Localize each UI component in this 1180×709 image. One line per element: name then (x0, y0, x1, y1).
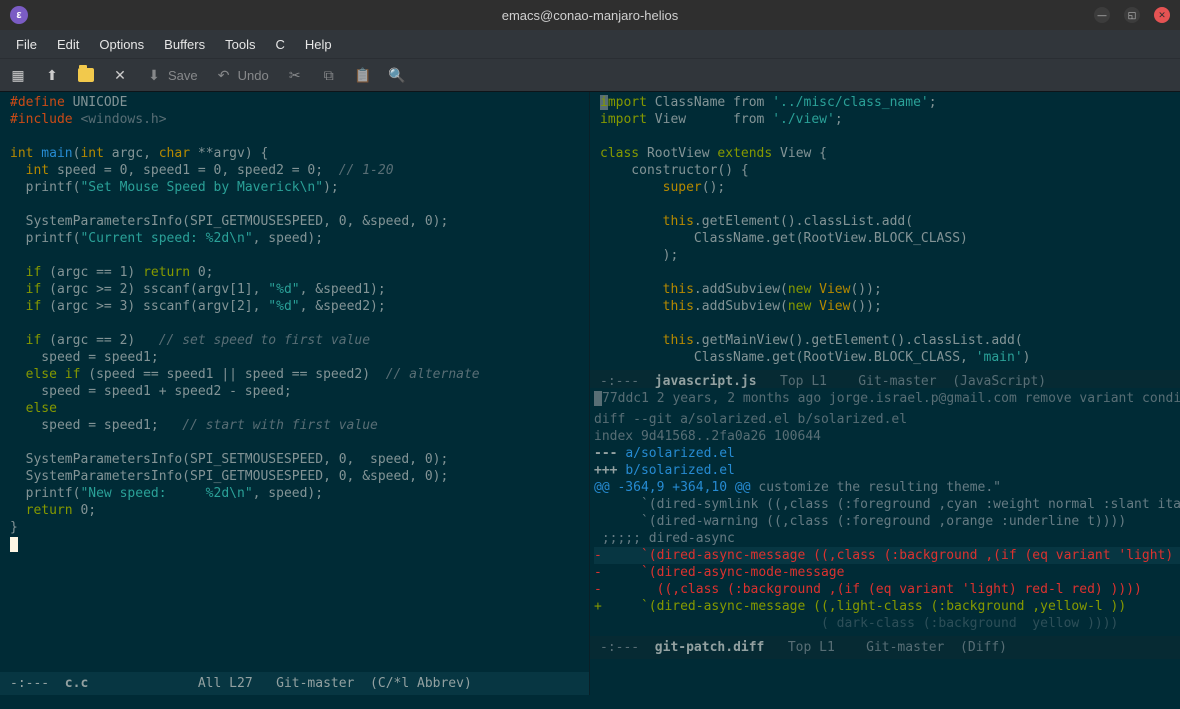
maximize-button[interactable] (1124, 7, 1140, 23)
cut-icon: ✂ (287, 67, 303, 83)
minimize-button[interactable] (1094, 7, 1110, 23)
menu-bar: File Edit Options Buffers Tools C Help (0, 30, 1180, 58)
open-file-button[interactable]: ⬆ (44, 67, 60, 83)
window-title: emacs@conao-manjaro-helios (502, 8, 679, 23)
point-cursor (10, 537, 18, 552)
tool-bar: ▦ ⬆ ✕ ⬇ Save ↶ Undo ✂ ⧉ 📋 🔍 (0, 58, 1180, 92)
copy-icon: ⧉ (321, 67, 337, 83)
upload-icon: ⬆ (44, 67, 60, 83)
window-controls (1094, 7, 1170, 23)
c-buffer-code[interactable]: #define UNICODE #include <windows.h> int… (0, 92, 589, 672)
kill-buffer-button[interactable]: ✕ (112, 67, 128, 83)
paste-button[interactable]: 📋 (355, 67, 371, 83)
minibuffer[interactable] (0, 695, 1180, 709)
editor-area: #define UNICODE #include <windows.h> int… (0, 92, 1180, 695)
search-icon: 🔍 (389, 67, 405, 83)
cut-button[interactable]: ✂ (287, 67, 303, 83)
window-titlebar: ε emacs@conao-manjaro-helios (0, 0, 1180, 30)
copy-button[interactable]: ⧉ (321, 67, 337, 83)
menu-edit[interactable]: Edit (49, 33, 87, 56)
save-label: Save (168, 68, 198, 83)
git-commit-line: 77ddc1 2 years, 2 months ago jorge.israe… (590, 388, 1180, 409)
diff-buffer-code[interactable]: diff --git a/solarized.el b/solarized.el… (590, 409, 1180, 636)
emacs-app-icon: ε (10, 6, 28, 24)
search-button[interactable]: 🔍 (389, 67, 405, 83)
menu-help[interactable]: Help (297, 33, 340, 56)
open-folder-button[interactable] (78, 67, 94, 83)
menu-c[interactable]: C (267, 33, 292, 56)
undo-icon: ↶ (216, 67, 232, 83)
c-buffer-pane[interactable]: #define UNICODE #include <windows.h> int… (0, 92, 590, 695)
menu-buffers[interactable]: Buffers (156, 33, 213, 56)
close-icon: ✕ (112, 67, 128, 83)
js-buffer-code[interactable]: import ClassName from '../misc/class_nam… (590, 92, 1180, 370)
undo-label: Undo (238, 68, 269, 83)
close-button[interactable] (1154, 7, 1170, 23)
new-file-button[interactable]: ▦ (10, 67, 26, 83)
save-button[interactable]: ⬇ Save (146, 67, 198, 83)
js-buffer-pane[interactable]: import ClassName from '../misc/class_nam… (590, 92, 1180, 388)
paste-icon: 📋 (355, 67, 371, 83)
menu-options[interactable]: Options (91, 33, 152, 56)
new-file-icon: ▦ (10, 67, 26, 83)
diff-buffer-pane[interactable]: 77ddc1 2 years, 2 months ago jorge.israe… (590, 388, 1180, 695)
menu-file[interactable]: File (8, 33, 45, 56)
c-buffer-modeline[interactable]: -:--- c.c All L27 Git-master (C/*l Abbre… (0, 672, 589, 695)
download-icon: ⬇ (146, 67, 162, 83)
right-split: import ClassName from '../misc/class_nam… (590, 92, 1180, 695)
menu-tools[interactable]: Tools (217, 33, 263, 56)
undo-button[interactable]: ↶ Undo (216, 67, 269, 83)
folder-icon (78, 67, 94, 83)
diff-buffer-modeline[interactable]: -:--- git-patch.diff Top L1 Git-master (… (590, 636, 1180, 659)
js-buffer-modeline[interactable]: -:--- javascript.js Top L1 Git-master (J… (590, 370, 1180, 388)
